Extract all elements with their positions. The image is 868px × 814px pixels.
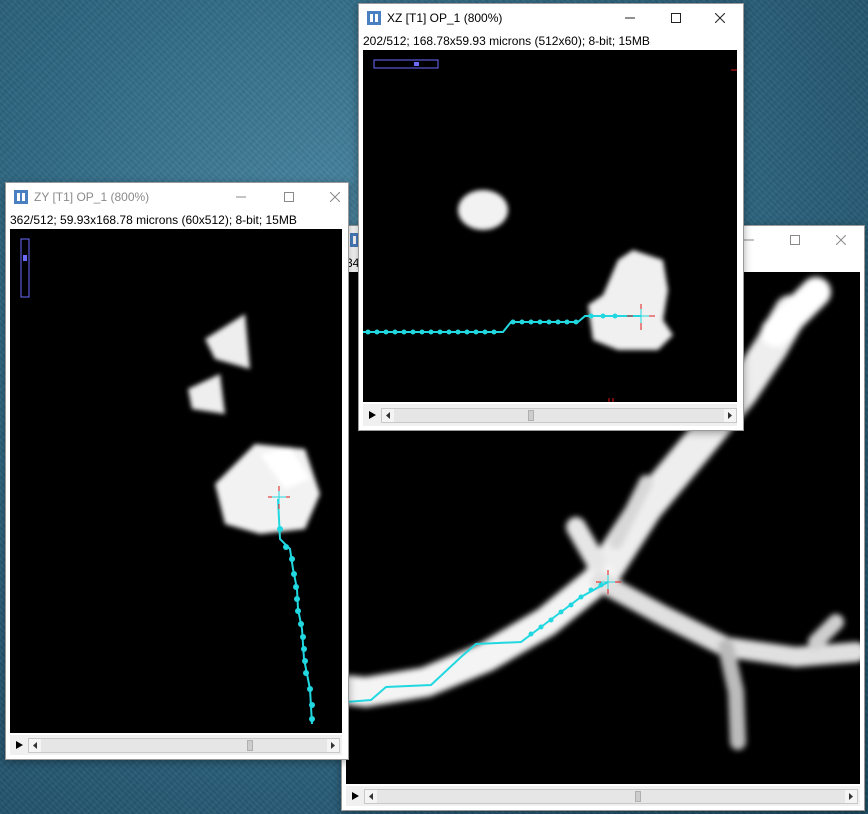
xz-window-title: XZ [T1] OP_1 (800%) xyxy=(387,11,503,25)
zy-stack-scrollbar[interactable] xyxy=(28,738,340,753)
close-icon xyxy=(330,192,340,202)
xz-image-canvas[interactable] xyxy=(363,50,737,402)
minimize-button[interactable] xyxy=(607,4,653,32)
xz-scroll-thumb[interactable] xyxy=(528,410,534,421)
xz-window-info: 202/512; 168.78x59.93 microns (512x60); … xyxy=(363,34,650,48)
close-icon xyxy=(836,235,846,245)
minimize-button[interactable] xyxy=(218,183,264,211)
scroll-right-arrow-icon[interactable] xyxy=(327,739,339,752)
main-window-bottombar xyxy=(346,786,860,806)
minimize-icon xyxy=(744,239,754,241)
zy-slice-image xyxy=(20,238,320,725)
close-button[interactable] xyxy=(312,183,358,211)
scroll-left-arrow-icon[interactable] xyxy=(382,409,394,422)
maximize-icon xyxy=(671,13,681,23)
xz-window-bottombar xyxy=(363,404,737,426)
zy-image-canvas[interactable] xyxy=(10,229,342,733)
play-icon[interactable] xyxy=(12,738,26,752)
maximize-button[interactable] xyxy=(772,226,818,254)
maximize-button[interactable] xyxy=(653,4,699,32)
zy-window-bottombar xyxy=(10,735,342,755)
play-icon[interactable] xyxy=(365,408,379,422)
maximize-icon xyxy=(790,235,800,245)
scroll-right-arrow-icon[interactable] xyxy=(724,409,736,422)
minimize-icon xyxy=(625,17,635,19)
zy-scroll-thumb[interactable] xyxy=(247,740,253,751)
scroll-left-arrow-icon[interactable] xyxy=(29,739,41,752)
xz-window-titlebar[interactable]: XZ [T1] OP_1 (800%) xyxy=(359,4,743,32)
close-button[interactable] xyxy=(818,226,864,254)
play-icon[interactable] xyxy=(348,789,362,803)
xz-slice-image xyxy=(363,59,737,402)
xz-stack-scrollbar[interactable] xyxy=(381,408,737,423)
main-stack-scrollbar[interactable] xyxy=(364,789,858,804)
maximize-button[interactable] xyxy=(266,183,312,211)
minimize-icon xyxy=(236,196,246,198)
scroll-right-arrow-icon[interactable] xyxy=(845,790,857,803)
imagej-app-icon xyxy=(14,190,28,204)
zy-window-title: ZY [T1] OP_1 (800%) xyxy=(34,190,150,204)
zy-window[interactable]: ZY [T1] OP_1 (800%) 362/512; 59.93x168.7… xyxy=(5,182,349,760)
scroll-left-arrow-icon[interactable] xyxy=(365,790,377,803)
zy-window-titlebar[interactable]: ZY [T1] OP_1 (800%) xyxy=(6,183,348,211)
imagej-app-icon xyxy=(367,11,381,25)
close-icon xyxy=(715,13,725,23)
xz-window[interactable]: XZ [T1] OP_1 (800%) 202/512; 168.78x59.9… xyxy=(358,3,744,431)
zy-window-info: 362/512; 59.93x168.78 microns (60x512); … xyxy=(10,213,297,227)
close-button[interactable] xyxy=(697,4,743,32)
main-scroll-thumb[interactable] xyxy=(635,791,641,802)
maximize-icon xyxy=(284,192,294,202)
